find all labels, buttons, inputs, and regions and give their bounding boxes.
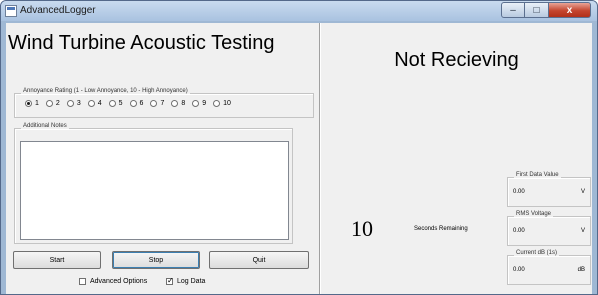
radio-button[interactable] [108, 100, 116, 107]
log-data-label: Log Data [177, 278, 206, 285]
radio-button[interactable] [87, 100, 95, 107]
annoyance-rating-option[interactable]: 7 [150, 100, 164, 107]
connection-status: Not Recieving [394, 49, 519, 71]
annoyance-rating-option-label: 4 [97, 100, 102, 107]
rms-voltage-group: RMS Voltage 0.00 V [507, 211, 591, 246]
title-bar[interactable]: AdvancedLogger – □ x [1, 1, 597, 21]
current-db-group: Current dB (1s) 0.00 dB [507, 250, 591, 285]
radio-button[interactable] [171, 100, 179, 107]
annoyance-rating-option[interactable]: 3 [66, 100, 81, 107]
radio-button[interactable] [129, 100, 137, 107]
annoyance-rating-option-label: 9 [202, 100, 207, 107]
window-title: AdvancedLogger [20, 5, 96, 16]
radio-button[interactable] [213, 100, 221, 107]
quit-button-label: Quit [252, 256, 266, 264]
annoyance-rating-group: Annoyance Rating (1 - Low Annoyance, 10 … [14, 88, 314, 118]
right-panel: Not Recieving 10 Seconds Remaining First… [321, 23, 592, 294]
radio-button[interactable] [25, 100, 32, 107]
first-data-value: 0.00 [513, 189, 525, 195]
annoyance-rating-option[interactable]: 10 [213, 100, 231, 107]
minimize-button[interactable]: – [501, 2, 525, 18]
annoyance-rating-option-label: 2 [55, 100, 60, 107]
advanced-options-checkbox-box[interactable] [79, 278, 86, 285]
current-db-legend: Current dB (1s) [514, 250, 560, 256]
radio-button[interactable] [45, 100, 53, 107]
annoyance-rating-option[interactable]: 4 [87, 100, 102, 107]
radio-button[interactable] [150, 100, 158, 107]
countdown-label: Seconds Remaining [414, 226, 468, 232]
annoyance-rating-option-label: 1 [35, 100, 39, 107]
annoyance-rating-option-label: 5 [118, 100, 123, 107]
client-area: Wind Turbine Acoustic Testing Annoyance … [6, 23, 592, 294]
app-icon [5, 5, 17, 17]
annoyance-rating-option[interactable]: 2 [45, 100, 60, 107]
annoyance-rating-option-label: 7 [160, 100, 165, 107]
current-db-value: 0.00 [513, 267, 525, 273]
annoyance-rating-option[interactable]: 1 [25, 100, 39, 107]
annoyance-rating-option-label: 6 [139, 100, 144, 107]
annoyance-rating-options: 1 2 3 4 5 6 7 8 9 10 [25, 100, 238, 107]
additional-notes-input[interactable] [20, 141, 289, 240]
rms-voltage-legend: RMS Voltage [514, 211, 554, 217]
annoyance-rating-option[interactable]: 5 [108, 100, 123, 107]
radio-button[interactable] [66, 100, 74, 107]
advanced-options-checkbox[interactable]: Advanced Options [79, 278, 147, 285]
current-db-unit: dB [577, 267, 585, 273]
annoyance-rating-option-label: 10 [223, 100, 231, 107]
first-data-value-legend: First Data Value [514, 172, 561, 178]
first-data-value-group: First Data Value 0.00 V [507, 172, 591, 207]
annoyance-rating-legend: Annoyance Rating (1 - Low Annoyance, 10 … [21, 88, 190, 94]
left-panel: Wind Turbine Acoustic Testing Annoyance … [6, 23, 319, 294]
panel-divider [319, 23, 320, 294]
close-button[interactable]: x [549, 2, 591, 18]
close-icon: x [566, 4, 573, 16]
annoyance-rating-option-label: 3 [76, 100, 81, 107]
window-controls: – □ x [501, 2, 591, 18]
maximize-button[interactable]: □ [525, 2, 549, 18]
additional-notes-legend: Additional Notes [21, 123, 69, 129]
radio-button[interactable] [192, 100, 200, 107]
advanced-options-label: Advanced Options [90, 278, 148, 285]
annoyance-rating-option-label: 8 [181, 100, 186, 107]
app-window: AdvancedLogger – □ x Wind Turbine Acoust… [0, 0, 598, 295]
annoyance-rating-option[interactable]: 9 [192, 100, 206, 107]
start-button-label: Start [49, 256, 65, 264]
first-data-value-unit: V [580, 189, 585, 195]
stop-button-label: Stop [148, 256, 164, 264]
page-title: Wind Turbine Acoustic Testing [8, 32, 275, 54]
quit-button[interactable]: Quit [209, 251, 309, 269]
annoyance-rating-option[interactable]: 8 [171, 100, 185, 107]
additional-notes-group: Additional Notes [14, 123, 293, 244]
rms-voltage-value: 0.00 [513, 228, 525, 234]
annoyance-rating-option[interactable]: 6 [129, 100, 144, 107]
log-data-checkbox-box[interactable] [166, 276, 174, 285]
log-data-checkbox[interactable]: Log Data [166, 276, 206, 285]
countdown-value: 10 [351, 216, 373, 241]
stop-button[interactable]: Stop [112, 251, 200, 269]
start-button[interactable]: Start [13, 251, 101, 269]
maximize-icon: □ [533, 4, 540, 16]
minimize-icon: – [510, 4, 516, 16]
rms-voltage-unit: V [580, 228, 585, 234]
